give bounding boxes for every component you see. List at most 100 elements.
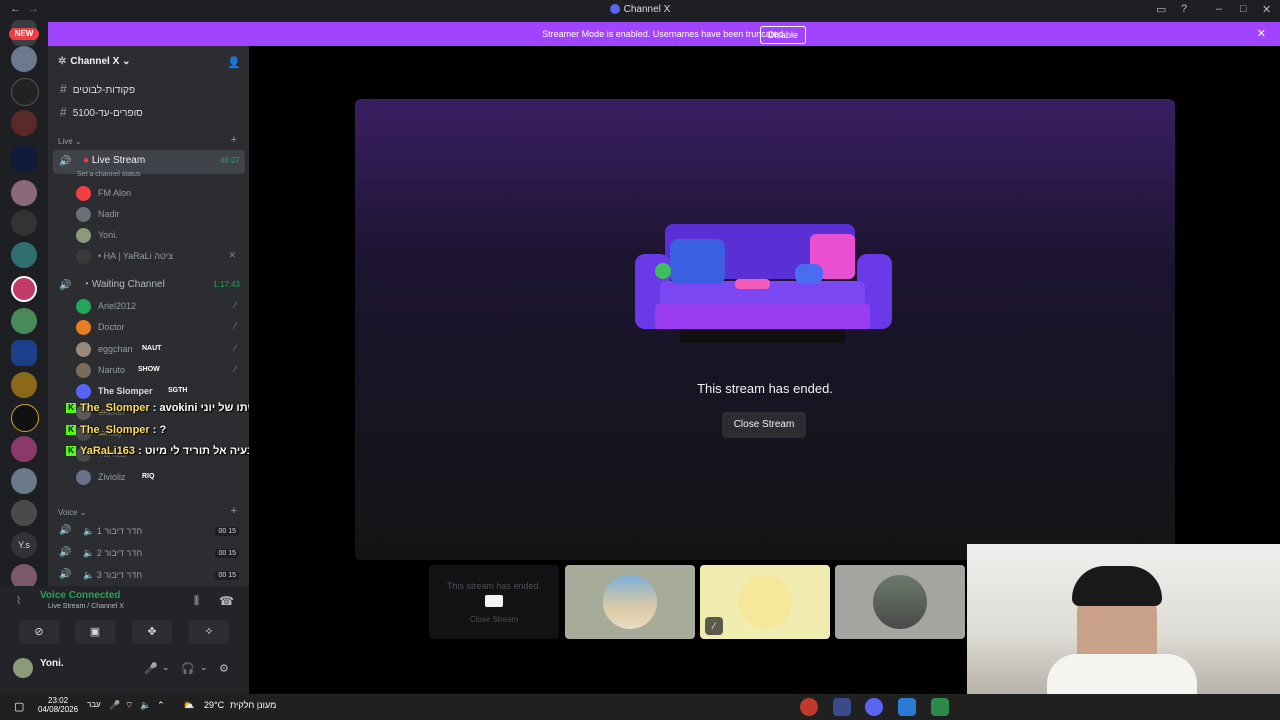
screen-share-button[interactable]: ▣ xyxy=(75,620,115,644)
server-icon[interactable] xyxy=(11,436,37,462)
voice-user[interactable]: Naruto SHOW ⁄ xyxy=(76,362,244,380)
channel-x-server-icon[interactable] xyxy=(11,340,37,366)
server-folder-icon[interactable] xyxy=(11,110,37,136)
help-icon[interactable]: ? xyxy=(1181,3,1187,15)
window-title: Channel X xyxy=(623,4,671,15)
volume-icon[interactable]: 🔈 xyxy=(140,700,151,711)
live-dot-icon: ● xyxy=(83,155,90,166)
disconnect-icon[interactable]: ☎ xyxy=(219,594,234,608)
network-icon[interactable]: ⌔ xyxy=(125,700,133,711)
minimize-icon[interactable]: – xyxy=(1216,3,1222,15)
server-header[interactable]: ✲ Channel X ⌄ xyxy=(58,56,130,67)
server-icon[interactable] xyxy=(11,372,37,398)
obs-icon[interactable] xyxy=(800,698,818,716)
server-icon[interactable] xyxy=(11,404,39,432)
voice-location[interactable]: Live Stream / Channel X xyxy=(48,603,124,610)
notifications-icon[interactable]: ▢ xyxy=(14,700,24,713)
category-label: Voice xyxy=(58,508,78,517)
channel-timer: 1:17:43 xyxy=(213,280,240,289)
disable-button[interactable]: Disable xyxy=(760,26,807,44)
weather-icon[interactable]: ⛅ xyxy=(183,700,194,711)
participant-avatar xyxy=(603,575,657,629)
inbox-icon[interactable]: ▭ xyxy=(1156,3,1166,16)
discord-icon[interactable] xyxy=(865,698,883,716)
channel-name: 🔈 חדר דיבור 1 xyxy=(83,526,143,536)
add-channel-icon[interactable]: + xyxy=(231,134,237,146)
close-stream-button[interactable]: Close Stream xyxy=(722,412,806,438)
camera-button[interactable]: ⊘ xyxy=(19,620,59,644)
language-indicator[interactable]: עבר xyxy=(87,700,101,709)
stream-panel: This stream has ended. Close Stream xyxy=(355,99,1175,560)
banner-text: Streamer Mode is enabled. Usernames have… xyxy=(542,29,786,39)
channel-timer: 48:07 xyxy=(219,156,240,165)
noise-suppression-icon[interactable]: ⫼ xyxy=(194,595,199,608)
voice-channel[interactable]: 🔊 🔈 חדר דיבור 3 00 15 xyxy=(53,566,245,586)
voice-user[interactable]: Nadir xyxy=(76,206,244,224)
microphone-icon[interactable]: 🎤 xyxy=(144,662,158,675)
clock[interactable]: 23:02 04/08/2026 xyxy=(38,696,78,714)
voice-user[interactable]: Ariel2012 ⁄ xyxy=(76,298,244,316)
streamer-mode-banner: Streamer Mode is enabled. Usernames have… xyxy=(48,22,1280,46)
voice-channel[interactable]: 🔊 🔈 חדר דיבור 1 00 15 xyxy=(53,522,245,542)
username: Yoni. xyxy=(98,230,118,240)
chevron-up-icon[interactable]: ⌃ xyxy=(157,700,165,711)
weather-desc[interactable]: מעונן חלקית xyxy=(230,700,276,710)
voice-user[interactable]: eggchan NAUT ⁄ xyxy=(76,341,244,359)
chevron-down-icon[interactable]: ⌄ xyxy=(162,662,170,673)
server-icon[interactable] xyxy=(11,468,37,494)
user-avatar[interactable] xyxy=(13,658,33,678)
text-channel[interactable]: # פקודות-לבוטים xyxy=(60,82,135,96)
voice-user[interactable]: Yoni. xyxy=(76,227,244,245)
chevron-down-icon[interactable]: ⌄ xyxy=(200,662,208,673)
server-icon[interactable] xyxy=(11,242,37,268)
channel-status[interactable]: Set a channel status xyxy=(77,171,140,178)
add-channel-icon[interactable]: + xyxy=(231,505,237,517)
server-icon[interactable] xyxy=(11,210,37,236)
server-icon[interactable] xyxy=(11,180,37,206)
chat-message: K The_Slomper : ? xyxy=(66,424,166,436)
user-limit: 00 15 xyxy=(215,549,239,558)
close-window-icon[interactable]: ✕ xyxy=(1262,3,1271,16)
weather-temp[interactable]: 29°C xyxy=(204,700,224,710)
text-channel[interactable]: # סופרים-עד-5100 xyxy=(60,105,143,119)
server-icon[interactable] xyxy=(11,276,37,302)
soundboard-button[interactable]: ✧ xyxy=(189,620,229,644)
voice-channel-label: חדר דיבור 2 xyxy=(96,548,143,558)
invite-icon[interactable]: 👤 xyxy=(227,56,241,69)
participant-tile[interactable]: ⁄ xyxy=(700,565,830,639)
server-icon[interactable] xyxy=(11,308,37,334)
participant-tile[interactable] xyxy=(835,565,965,639)
server-icon[interactable] xyxy=(11,46,37,72)
app-icon[interactable] xyxy=(833,698,851,716)
server-name: Channel X xyxy=(70,56,120,67)
category-live[interactable]: Live ⌄ xyxy=(58,137,82,146)
browser-icon[interactable] xyxy=(898,698,916,716)
voice-user[interactable]: Doctor ⁄ xyxy=(76,319,244,337)
dm-avatar[interactable]: Y.s xyxy=(11,532,37,558)
voice-user[interactable]: • HA | YaRaLi ציטה ✕ xyxy=(76,248,244,266)
activities-button[interactable]: ✥ xyxy=(132,620,172,644)
voice-channel-waiting[interactable]: 🔊 ◔ Waiting Channel 1:17:43 xyxy=(53,274,245,298)
user-count: 00 xyxy=(218,528,227,535)
muted-icon: ⁄ xyxy=(234,321,236,331)
voice-user[interactable]: Zivioliz RIQ xyxy=(76,469,244,487)
tile-close-text: Close Stream xyxy=(469,615,519,624)
participant-tile[interactable]: This stream has ended. Close Stream xyxy=(429,565,559,639)
voice-channel[interactable]: 🔊 🔈 חדר דיבור 2 00 15 xyxy=(53,544,245,564)
maximize-icon[interactable]: □ xyxy=(1240,3,1247,15)
category-voice[interactable]: Voice ⌄ xyxy=(58,508,87,517)
voice-user[interactable]: FM Alon xyxy=(76,185,244,203)
close-banner-icon[interactable]: ✕ xyxy=(1257,27,1266,40)
server-icon[interactable] xyxy=(11,78,39,106)
participant-tile[interactable] xyxy=(565,565,695,639)
store-icon[interactable] xyxy=(931,698,949,716)
avatar xyxy=(76,384,91,399)
server-icon[interactable] xyxy=(11,146,37,172)
settings-gear-icon[interactable]: ⚙ xyxy=(219,662,229,675)
microphone-icon[interactable]: 🎤 xyxy=(109,700,120,711)
voice-user[interactable]: The Slomper SGTH xyxy=(76,383,244,401)
headphones-icon[interactable]: 🎧 xyxy=(181,662,195,675)
channel-name: ● Live Stream xyxy=(83,155,145,166)
avatar xyxy=(76,470,91,485)
server-icon[interactable] xyxy=(11,500,37,526)
